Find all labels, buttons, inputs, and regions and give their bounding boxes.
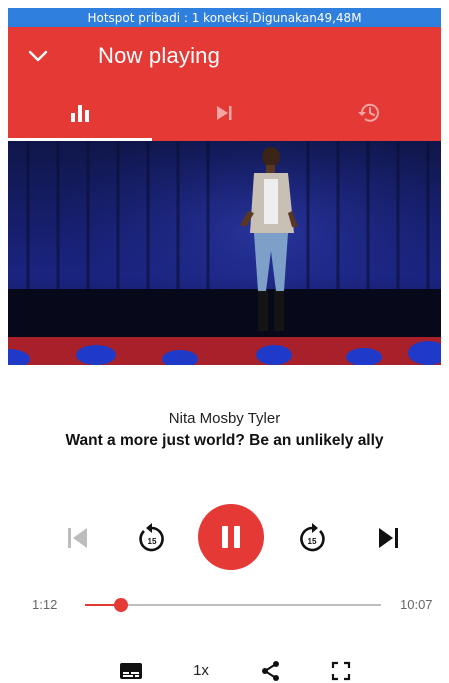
equalizer-icon bbox=[71, 105, 90, 122]
playback-speed-button[interactable]: 1x bbox=[186, 658, 216, 683]
subtitles-icon bbox=[120, 662, 142, 679]
share-icon bbox=[262, 660, 279, 681]
skip-next-icon bbox=[379, 528, 398, 548]
speaker-name: Nita Mosby Tyler bbox=[168, 410, 281, 427]
progress-bar[interactable]: 1:12 10:07 bbox=[8, 590, 441, 620]
duration-time: 10:07 bbox=[400, 597, 433, 612]
bottom-toolbar: 1x bbox=[8, 658, 441, 683]
tab-now-playing[interactable] bbox=[8, 85, 153, 141]
playback-controls: 15 15 bbox=[8, 500, 441, 572]
skip-previous-icon bbox=[68, 528, 87, 548]
collapse-button[interactable] bbox=[8, 27, 68, 85]
page-title: Now playing bbox=[98, 43, 221, 68]
forward-button[interactable]: 15 bbox=[294, 520, 330, 556]
tab-bar bbox=[8, 85, 441, 141]
rewind-seconds: 15 bbox=[148, 537, 157, 546]
forward-seconds: 15 bbox=[308, 537, 317, 546]
next-button[interactable] bbox=[372, 522, 404, 554]
video-frame bbox=[8, 141, 441, 365]
fullscreen-button[interactable] bbox=[326, 658, 356, 683]
pause-icon bbox=[222, 526, 240, 548]
video-player[interactable] bbox=[8, 141, 441, 365]
skip-next-icon bbox=[217, 106, 232, 120]
status-bar-text: Hotspot pribadi : 1 koneksi,Digunakan49,… bbox=[87, 10, 362, 25]
forward-15-icon: 15 bbox=[300, 523, 325, 552]
progress-thumb[interactable] bbox=[113, 598, 128, 612]
fullscreen-icon bbox=[331, 661, 351, 680]
app-bar: Now playing bbox=[8, 27, 441, 85]
replay-15-icon: 15 bbox=[139, 523, 164, 552]
subtitles-button[interactable] bbox=[116, 658, 146, 683]
previous-button[interactable] bbox=[62, 522, 94, 554]
progress-track[interactable] bbox=[85, 604, 381, 606]
rewind-button[interactable]: 15 bbox=[134, 520, 170, 556]
now-playing-info: Nita Mosby Tyler Want a more just world?… bbox=[8, 410, 441, 450]
talk-title: Want a more just world? Be an unlikely a… bbox=[65, 432, 384, 449]
history-icon bbox=[357, 103, 379, 122]
play-pause-button[interactable] bbox=[198, 504, 264, 570]
playback-speed-label: 1x bbox=[193, 662, 209, 679]
chevron-down-icon bbox=[28, 50, 48, 62]
share-button[interactable] bbox=[256, 658, 286, 683]
status-bar: Hotspot pribadi : 1 koneksi,Digunakan49,… bbox=[8, 8, 441, 27]
tab-history[interactable] bbox=[297, 85, 441, 141]
tab-up-next[interactable] bbox=[152, 85, 296, 141]
elapsed-time: 1:12 bbox=[32, 597, 58, 612]
